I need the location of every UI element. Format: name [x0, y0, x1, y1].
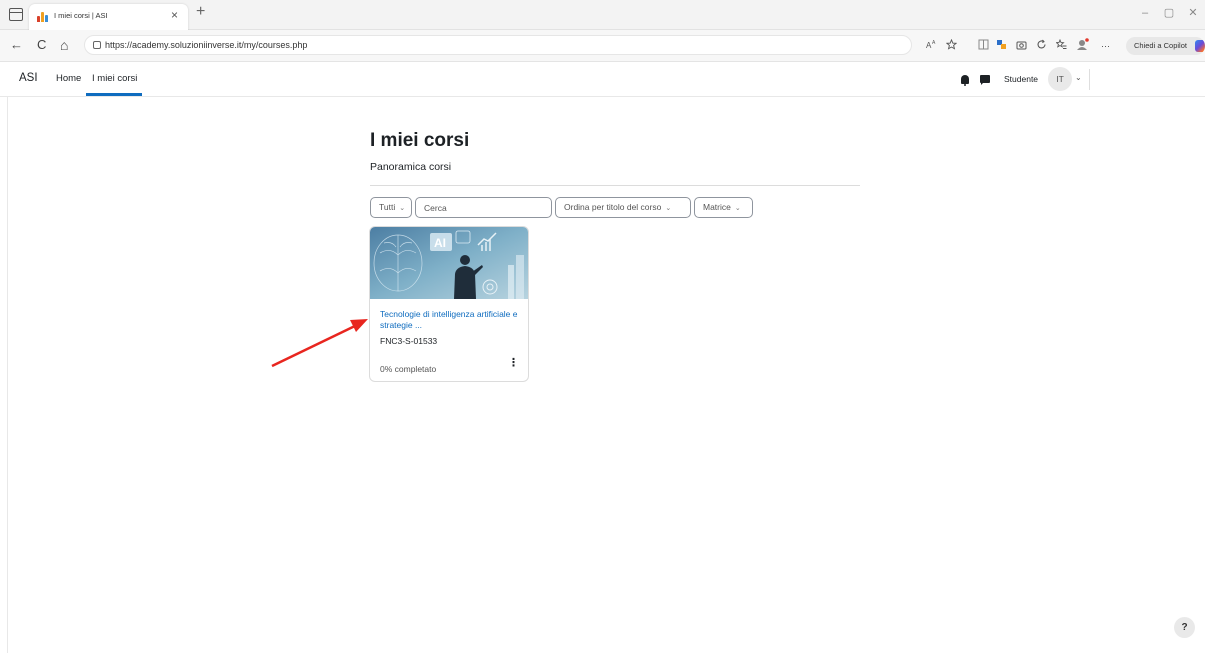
- page-title: I miei corsi: [370, 130, 470, 151]
- help-button[interactable]: ?: [1174, 617, 1195, 638]
- browser-tabstrip: I miei corsi | ASI × + – ▢ ✕: [0, 0, 1205, 30]
- home-icon[interactable]: ⌂: [60, 38, 68, 52]
- course-card[interactable]: AI Tecnologie di intelligenza artificial…: [369, 226, 529, 382]
- close-window-icon[interactable]: ✕: [1181, 6, 1205, 19]
- nav-home[interactable]: Home: [56, 73, 81, 84]
- ai-badge-icon: AI: [430, 233, 452, 251]
- back-icon[interactable]: ←: [10, 38, 23, 52]
- grouping-label: Tutti: [379, 202, 396, 212]
- restore-icon[interactable]: ▢: [1157, 6, 1181, 19]
- new-tab-icon[interactable]: +: [196, 3, 205, 21]
- ai-badge-text: AI: [434, 236, 446, 250]
- sort-label: Ordina per titolo del corso: [564, 202, 662, 212]
- view-label: Matrice: [703, 202, 731, 212]
- chevron-down-icon: ⌄: [399, 205, 406, 212]
- user-role-label[interactable]: Studente: [1004, 74, 1038, 84]
- course-search-input[interactable]: [415, 197, 552, 218]
- course-code: FNC3-S-01533: [380, 336, 438, 346]
- copilot-icon: [1195, 40, 1205, 52]
- chevron-down-icon: ⌄: [734, 205, 741, 212]
- view-dropdown[interactable]: Matrice ⌄: [694, 197, 753, 218]
- minimize-icon[interactable]: –: [1133, 7, 1157, 19]
- svg-text:A: A: [932, 40, 936, 46]
- copilot-button[interactable]: Chiedi a Copilot: [1126, 37, 1205, 55]
- browser-toolbar: ← C ⌂ https://academy.soluzioniinverse.i…: [0, 30, 1205, 62]
- favorite-star-icon[interactable]: [946, 39, 957, 50]
- site-favicon-icon: [37, 12, 49, 22]
- profile-icon[interactable]: [1076, 38, 1089, 51]
- tab-title: I miei corsi | ASI: [54, 11, 108, 20]
- section-title: Panoramica corsi: [370, 161, 452, 173]
- refresh-icon[interactable]: [1036, 39, 1047, 50]
- copilot-label: Chiedi a Copilot: [1134, 41, 1187, 50]
- user-avatar[interactable]: IT: [1048, 67, 1072, 91]
- extension-icon[interactable]: [996, 39, 1007, 50]
- annotation-arrow: [271, 319, 368, 368]
- course-actions-kebab-icon[interactable]: ⋮: [508, 357, 519, 371]
- url-text: https://academy.soluzioniinverse.it/my/c…: [105, 39, 308, 50]
- course-name-link[interactable]: Tecnologie di intelligenza artificiale e…: [380, 309, 528, 331]
- favorites-icon[interactable]: [1056, 39, 1067, 50]
- site-brand[interactable]: ASI: [19, 72, 38, 84]
- course-image[interactable]: AI: [370, 227, 528, 299]
- left-drawer-edge: [0, 97, 8, 653]
- header-divider: [1089, 69, 1090, 90]
- split-screen-icon[interactable]: [978, 39, 989, 50]
- sort-dropdown[interactable]: Ordina per titolo del corso ⌄: [555, 197, 691, 218]
- chevron-down-icon: ⌄: [665, 205, 672, 212]
- site-info-icon[interactable]: [93, 41, 101, 49]
- course-progress-text: 0% completato: [380, 364, 437, 374]
- browser-tab-active[interactable]: I miei corsi | ASI ×: [29, 4, 188, 30]
- nav-active-indicator: [86, 93, 142, 96]
- read-aloud-icon[interactable]: AA: [926, 39, 937, 50]
- grouping-dropdown[interactable]: Tutti ⌄: [370, 197, 412, 218]
- tab-close-icon[interactable]: ×: [171, 8, 178, 22]
- tab-actions-icon[interactable]: [9, 8, 23, 21]
- more-icon[interactable]: ···: [1101, 39, 1110, 53]
- screenshot-icon[interactable]: [1016, 39, 1027, 50]
- window-controls: – ▢ ✕: [1133, 6, 1205, 19]
- site-header: ASI Home I miei corsi Studente IT ⌄: [0, 62, 1205, 97]
- section-divider: [370, 185, 860, 186]
- notifications-bell-icon[interactable]: [961, 75, 969, 86]
- user-menu-chevron-icon[interactable]: ⌄: [1075, 73, 1082, 82]
- messages-chat-icon[interactable]: [980, 75, 990, 85]
- reload-icon[interactable]: C: [37, 38, 46, 52]
- nav-my-courses[interactable]: I miei corsi: [92, 73, 137, 84]
- address-bar[interactable]: https://academy.soluzioniinverse.it/my/c…: [84, 35, 912, 55]
